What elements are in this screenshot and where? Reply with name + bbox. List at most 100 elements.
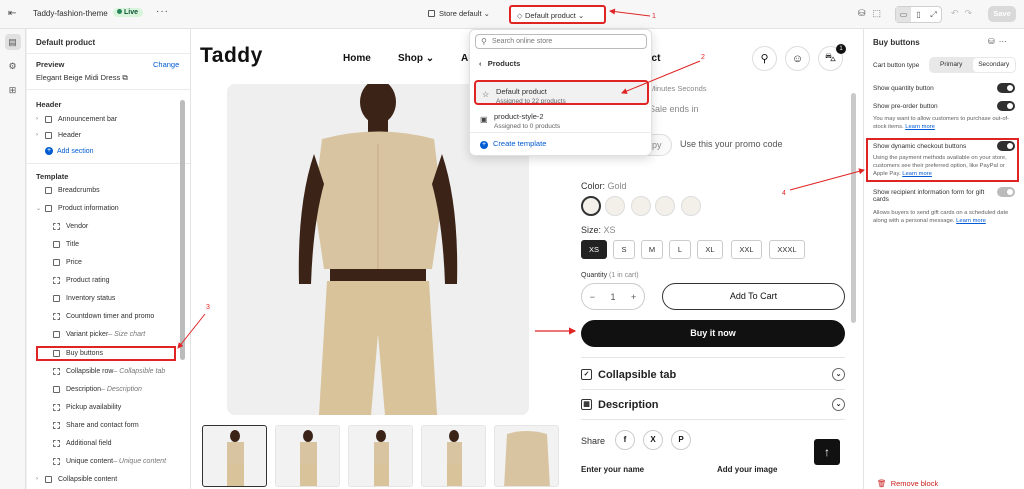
- save-button[interactable]: Save: [988, 6, 1016, 22]
- accordion-description[interactable]: ▦ Description ⌄: [581, 396, 845, 413]
- block-share-contact[interactable]: Share and contact form: [53, 418, 139, 432]
- thumbnail-4[interactable]: [421, 425, 486, 487]
- size-s[interactable]: S: [613, 240, 635, 259]
- chevron-down-icon[interactable]: ⌄: [832, 398, 845, 411]
- accordion-collapsible-tab[interactable]: ✓ Collapsible tab ⌄: [581, 366, 845, 383]
- facebook-icon[interactable]: f: [615, 430, 635, 450]
- app-embed-icon[interactable]: ⛁: [858, 8, 866, 19]
- plus-icon[interactable]: +: [631, 292, 636, 302]
- chevron-down-icon[interactable]: ⌄: [36, 205, 45, 212]
- search-input[interactable]: ⚲ Search online store: [475, 34, 647, 49]
- fullscreen-icon[interactable]: ⤢: [926, 7, 941, 22]
- more-icon[interactable]: ⋯: [999, 37, 1011, 46]
- block-icon: [53, 312, 60, 320]
- show-quantity-toggle[interactable]: [997, 83, 1015, 93]
- section-announcement-bar[interactable]: › Announcement bar: [36, 112, 117, 126]
- block-description[interactable]: Description – Description: [53, 382, 142, 396]
- chevron-right-icon[interactable]: ›: [36, 476, 45, 482]
- minus-icon[interactable]: −: [590, 292, 595, 302]
- swatch-2[interactable]: [605, 196, 625, 216]
- nav-shop[interactable]: Shop ⌄: [398, 53, 434, 64]
- swatch-3[interactable]: [631, 196, 651, 216]
- panel-scrollbar[interactable]: [180, 100, 185, 360]
- block-inventory-status[interactable]: Inventory status: [53, 291, 115, 305]
- chevron-down-icon[interactable]: ⌄: [832, 368, 845, 381]
- dropdown-header[interactable]: ‹ Products: [479, 59, 520, 68]
- x-icon[interactable]: X: [643, 430, 663, 450]
- sections-icon[interactable]: ▤: [4, 34, 21, 50]
- swatch-4[interactable]: [655, 196, 675, 216]
- inspector-icon[interactable]: ⬚: [873, 8, 882, 19]
- show-recipient-toggle[interactable]: [997, 187, 1015, 197]
- size-xs[interactable]: XS: [581, 240, 607, 259]
- block-collapsible-row[interactable]: Collapsible row – Collapsible tab: [53, 364, 165, 378]
- quantity-stepper[interactable]: − 1 +: [581, 283, 645, 310]
- header-group-title: Header: [36, 100, 62, 109]
- undo-redo-icons[interactable]: ↶↷: [951, 8, 978, 19]
- more-actions-button[interactable]: ···: [156, 6, 169, 17]
- swatch-5[interactable]: [681, 196, 701, 216]
- database-icon[interactable]: ⛁: [988, 37, 999, 46]
- size-l[interactable]: L: [669, 240, 691, 259]
- swatch-gold[interactable]: [581, 196, 601, 216]
- size-xxl[interactable]: XXL: [731, 240, 762, 259]
- preview-product: Elegant Beige Midi Dress ⧉: [36, 73, 128, 83]
- segment-secondary[interactable]: Secondary: [972, 58, 1015, 72]
- chevron-right-icon[interactable]: ›: [36, 132, 45, 138]
- section-header[interactable]: › Header: [36, 128, 81, 142]
- settings-icon[interactable]: ⚙: [5, 58, 21, 74]
- block-variant-picker[interactable]: Variant picker – Size chart: [53, 327, 145, 341]
- mobile-icon[interactable]: ▯: [911, 7, 926, 22]
- thumbnail-2[interactable]: [275, 425, 340, 487]
- add-section-button[interactable]: + Add section: [45, 144, 94, 158]
- block-product-rating[interactable]: Product rating: [53, 273, 110, 287]
- block-title[interactable]: Title: [53, 237, 79, 251]
- back-to-top-button[interactable]: ↑: [814, 439, 840, 465]
- show-preorder-toggle[interactable]: [997, 101, 1015, 111]
- thumbnail-5[interactable]: [494, 425, 559, 487]
- desktop-icon[interactable]: ▭: [896, 7, 911, 22]
- search-icon[interactable]: ⚲: [752, 46, 777, 71]
- quantity-label: Quantity (1 in cart): [581, 272, 639, 279]
- create-template-button[interactable]: + Create template: [480, 139, 546, 149]
- buy-it-now-button[interactable]: Buy it now: [581, 320, 845, 347]
- nav-home[interactable]: Home: [343, 53, 371, 64]
- exit-icon[interactable]: ⇤: [8, 8, 16, 19]
- section-product-information[interactable]: ⌄ Product information: [36, 201, 119, 215]
- block-settings-panel: Buy buttons ⛁⋯ Cart button type Primary S…: [863, 29, 1024, 489]
- thumbnail-3[interactable]: [348, 425, 413, 487]
- apps-icon[interactable]: ⊞: [5, 82, 21, 98]
- chevron-right-icon[interactable]: ›: [36, 116, 45, 122]
- in-cart-note: (1 in cart): [609, 272, 639, 279]
- store-icon: [428, 10, 435, 17]
- change-preview-link[interactable]: Change: [153, 60, 179, 69]
- segment-primary[interactable]: Primary: [930, 58, 973, 72]
- section-collapsible-content[interactable]: › Collapsible content: [36, 472, 117, 486]
- size-xxxl[interactable]: XXXL: [769, 240, 805, 259]
- remove-block-button[interactable]: 🗑 Remove block: [877, 479, 938, 488]
- block-pickup-availability[interactable]: Pickup availability: [53, 400, 121, 414]
- preview-scrollbar[interactable]: [851, 93, 856, 323]
- thumbnail-1[interactable]: [202, 425, 267, 487]
- pinterest-icon[interactable]: P: [671, 430, 691, 450]
- add-to-cart-button[interactable]: Add To Cart: [662, 283, 845, 310]
- store-logo[interactable]: Taddy: [200, 44, 263, 68]
- block-price[interactable]: Price: [53, 255, 82, 269]
- external-link-icon[interactable]: ⧉: [122, 73, 127, 82]
- learn-more-link[interactable]: Learn more: [956, 218, 986, 224]
- learn-more-link[interactable]: Learn more: [905, 124, 935, 130]
- store-selector[interactable]: Store default ⌄: [428, 9, 490, 18]
- block-unique-content[interactable]: Unique content – Unique content: [53, 454, 166, 468]
- quantity-value[interactable]: 1: [610, 292, 615, 302]
- template-option-style-2[interactable]: ▣ product-style-2 Assigned to 0 products: [474, 107, 649, 132]
- block-vendor[interactable]: Vendor: [53, 219, 88, 233]
- section-breadcrumbs[interactable]: Breadcrumbs: [36, 183, 100, 197]
- cart-button-type-segmented: Primary Secondary: [929, 57, 1016, 73]
- template-option-default[interactable]: ☆ Default product Assigned to 22 products: [474, 80, 649, 105]
- template-selector[interactable]: ◇ Default product ⌄: [509, 5, 606, 24]
- block-countdown-timer[interactable]: Countdown timer and promo: [53, 309, 154, 323]
- account-icon[interactable]: ☺: [785, 46, 810, 71]
- size-m[interactable]: M: [641, 240, 663, 259]
- block-additional-field[interactable]: Additional field: [53, 436, 112, 450]
- size-xl[interactable]: XL: [697, 240, 723, 259]
